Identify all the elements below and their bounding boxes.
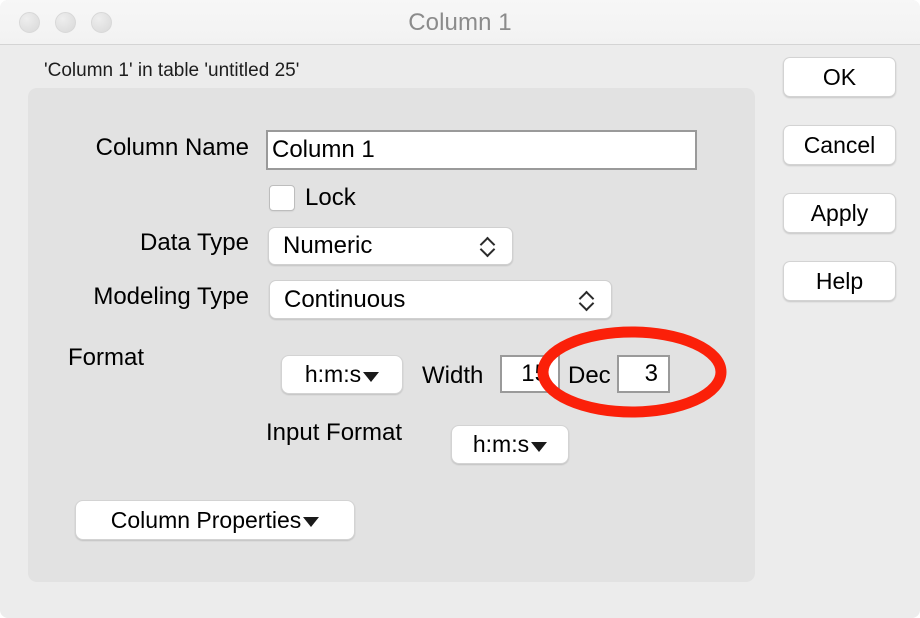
width-label: Width [422,362,483,390]
lock-checkbox[interactable] [269,185,295,211]
modeling-type-label: Modeling Type [68,283,249,311]
input-format-popup-button[interactable]: h:m:s [451,425,569,464]
modeling-type-combo[interactable]: Continuous [269,280,612,319]
window-titlebar: Column 1 [0,0,920,45]
input-format-value: h:m:s [473,431,529,458]
input-format-label: Input Format [266,419,402,447]
triangle-down-icon [531,442,547,452]
width-input[interactable]: 15 [500,355,560,393]
triangle-down-icon [303,517,319,527]
ok-button[interactable]: OK [783,57,896,97]
chevron-down-icon [481,246,495,254]
format-label: Format [68,344,144,372]
column-name-label: Column Name [68,134,249,162]
modeling-type-value: Continuous [270,286,573,314]
data-type-stepper-icon[interactable] [474,228,502,264]
column-info-window: Column 1 'Column 1' in table 'untitled 2… [0,0,920,618]
column-name-input[interactable]: Column 1 [266,130,697,170]
data-type-combo[interactable]: Numeric [268,227,513,265]
triangle-down-icon [363,372,379,382]
apply-button[interactable]: Apply [783,193,896,233]
window-title: Column 1 [0,0,920,45]
chevron-down-icon [580,300,594,308]
data-type-value: Numeric [269,232,474,260]
data-type-label: Data Type [68,229,249,257]
modeling-type-stepper-icon[interactable] [573,281,601,318]
help-button[interactable]: Help [783,261,896,301]
format-popup-button[interactable]: h:m:s [281,355,403,394]
lock-label: Lock [305,184,356,212]
dec-label: Dec [568,362,611,390]
dec-input[interactable]: 3 [617,355,670,393]
format-value: h:m:s [305,361,361,388]
cancel-button[interactable]: Cancel [783,125,896,165]
column-properties-label: Column Properties [111,507,301,534]
column-properties-button[interactable]: Column Properties [75,500,355,540]
context-note: 'Column 1' in table 'untitled 25' [44,60,299,82]
